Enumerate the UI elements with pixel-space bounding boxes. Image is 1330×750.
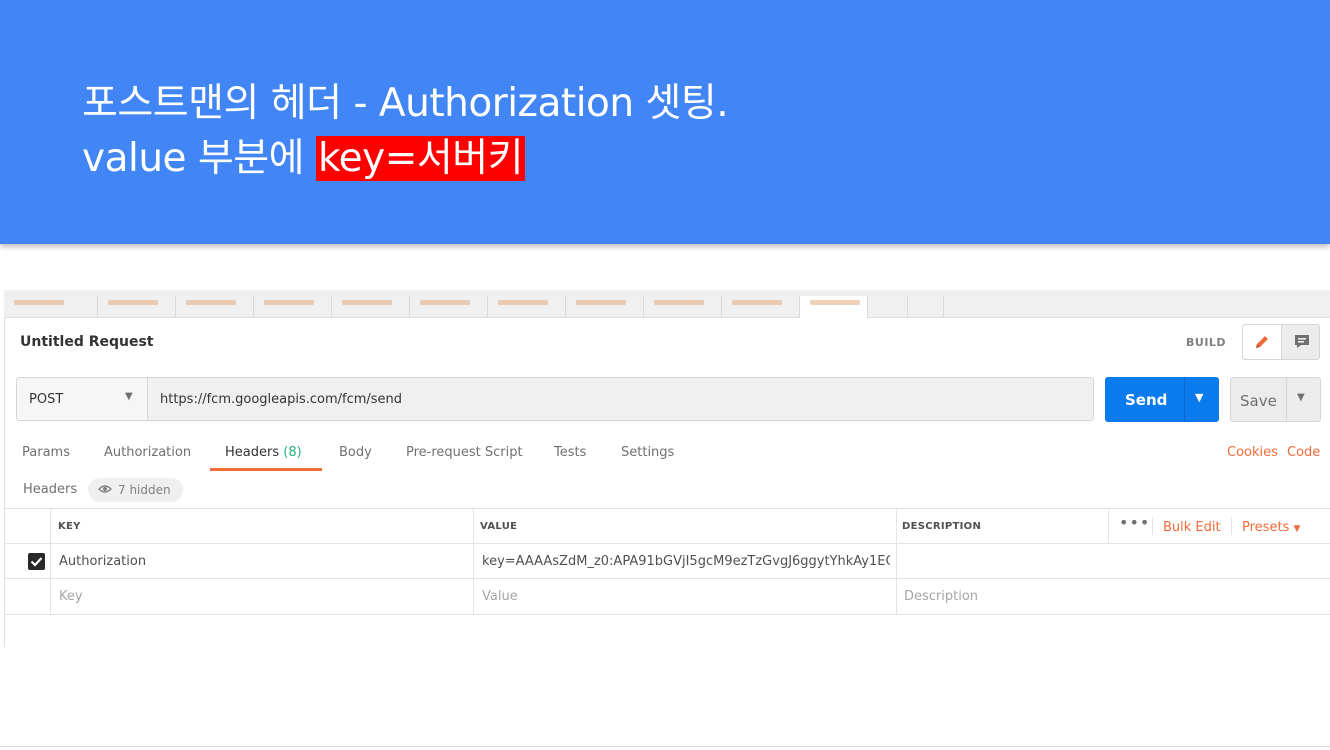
tab-pre-request-script[interactable]: Pre-request Script (406, 445, 523, 460)
tab-headers-label: Headers (225, 445, 280, 460)
tab-headers[interactable]: Headers (8) (225, 445, 302, 460)
tab-authorization[interactable]: Authorization (104, 445, 191, 460)
slide-title-line2-text: value 부분에 (82, 136, 316, 181)
highlighted-key-text: key=서버키 (315, 136, 526, 181)
presets-label: Presets (1242, 520, 1290, 535)
save-button[interactable]: Save ▼ (1230, 377, 1321, 422)
more-options-icon[interactable]: ••• (1119, 513, 1150, 532)
tab-params[interactable]: Params (22, 445, 70, 460)
request-tab[interactable] (254, 296, 332, 318)
tab-settings[interactable]: Settings (621, 445, 674, 460)
request-tab[interactable] (4, 296, 98, 318)
new-key-input[interactable]: Key (59, 589, 83, 604)
save-divider (1286, 378, 1287, 421)
method-value: POST (29, 392, 64, 407)
request-tab[interactable] (566, 296, 644, 318)
send-button[interactable]: Send ▼ (1105, 377, 1219, 422)
slide-title-line2: value 부분에 key=서버키 (82, 135, 526, 183)
table-header-row: KEY VALUE DESCRIPTION ••• Bulk Edit Pres… (4, 509, 1330, 544)
request-tab-strip (4, 290, 1330, 318)
headers-table: KEY VALUE DESCRIPTION ••• Bulk Edit Pres… (4, 508, 1330, 615)
cookies-link[interactable]: Cookies (1227, 445, 1278, 460)
pencil-icon (1256, 336, 1268, 348)
build-label: BUILD (1186, 336, 1227, 349)
eye-icon (98, 485, 112, 493)
request-tab-active[interactable] (800, 296, 868, 318)
new-description-input[interactable]: Description (904, 589, 978, 604)
edit-mode-button[interactable] (1243, 325, 1282, 359)
request-tab[interactable] (722, 296, 800, 318)
slide-title-banner: 포스트맨의 헤더 - Authorization 셋팅. value 부분에 k… (0, 0, 1330, 244)
hidden-count: 7 hidden (118, 483, 171, 497)
mode-toggle (1242, 324, 1320, 360)
tab-body[interactable]: Body (339, 445, 372, 460)
headers-count: (8) (283, 445, 302, 460)
request-tab[interactable] (644, 296, 722, 318)
active-tab-indicator (210, 468, 322, 471)
save-label: Save (1240, 392, 1277, 410)
new-tab-button[interactable] (868, 296, 908, 318)
new-value-input[interactable]: Value (482, 589, 518, 604)
request-name[interactable]: Untitled Request (20, 334, 154, 350)
header-value-cell[interactable]: key=AAAAsZdM_z0:APA91bGVjI5gcM9ezTzGvgJ6… (482, 554, 890, 569)
table-row: Authorization key=AAAAsZdM_z0:APA91bGVjI… (4, 544, 1330, 579)
request-tab[interactable] (332, 296, 410, 318)
column-header-key: KEY (58, 521, 81, 532)
header-key-cell[interactable]: Authorization (59, 554, 469, 569)
hidden-headers-toggle[interactable]: 7 hidden (88, 478, 183, 502)
comment-icon (1294, 335, 1309, 348)
table-row-new: Key Value Description (4, 579, 1330, 615)
tab-options-button[interactable] (908, 296, 944, 318)
slide-bottom-rule (0, 746, 1330, 747)
checkmark-icon (30, 557, 43, 567)
send-options-chevron-icon[interactable]: ▼ (1195, 391, 1203, 404)
send-label: Send (1125, 391, 1168, 409)
request-tab[interactable] (488, 296, 566, 318)
chevron-down-icon: ▼ (125, 391, 133, 402)
request-tab[interactable] (176, 296, 254, 318)
row-enabled-checkbox[interactable] (28, 553, 45, 570)
method-select[interactable]: POST ▼ (16, 377, 148, 421)
send-divider (1184, 377, 1185, 422)
code-link[interactable]: Code (1287, 445, 1320, 460)
url-input[interactable]: https://fcm.googleapis.com/fcm/send (147, 377, 1094, 421)
presets-dropdown[interactable]: Presets ▼ (1242, 520, 1300, 535)
tab-tests[interactable]: Tests (554, 445, 586, 460)
column-header-value: VALUE (480, 521, 518, 532)
bulk-edit-link[interactable]: Bulk Edit (1163, 520, 1221, 535)
save-options-chevron-icon[interactable]: ▼ (1297, 392, 1305, 403)
chevron-down-icon: ▼ (1293, 524, 1301, 534)
slide-title-line1: 포스트맨의 헤더 - Authorization 셋팅. (82, 81, 729, 126)
column-header-description: DESCRIPTION (902, 521, 982, 532)
url-value: https://fcm.googleapis.com/fcm/send (160, 392, 403, 407)
comments-button[interactable] (1282, 325, 1321, 359)
headers-section-label: Headers (23, 482, 78, 497)
postman-screenshot: Untitled Request BUILD POST ▼ https://fc… (4, 290, 1330, 647)
request-tab[interactable] (410, 296, 488, 318)
request-tab[interactable] (98, 296, 176, 318)
